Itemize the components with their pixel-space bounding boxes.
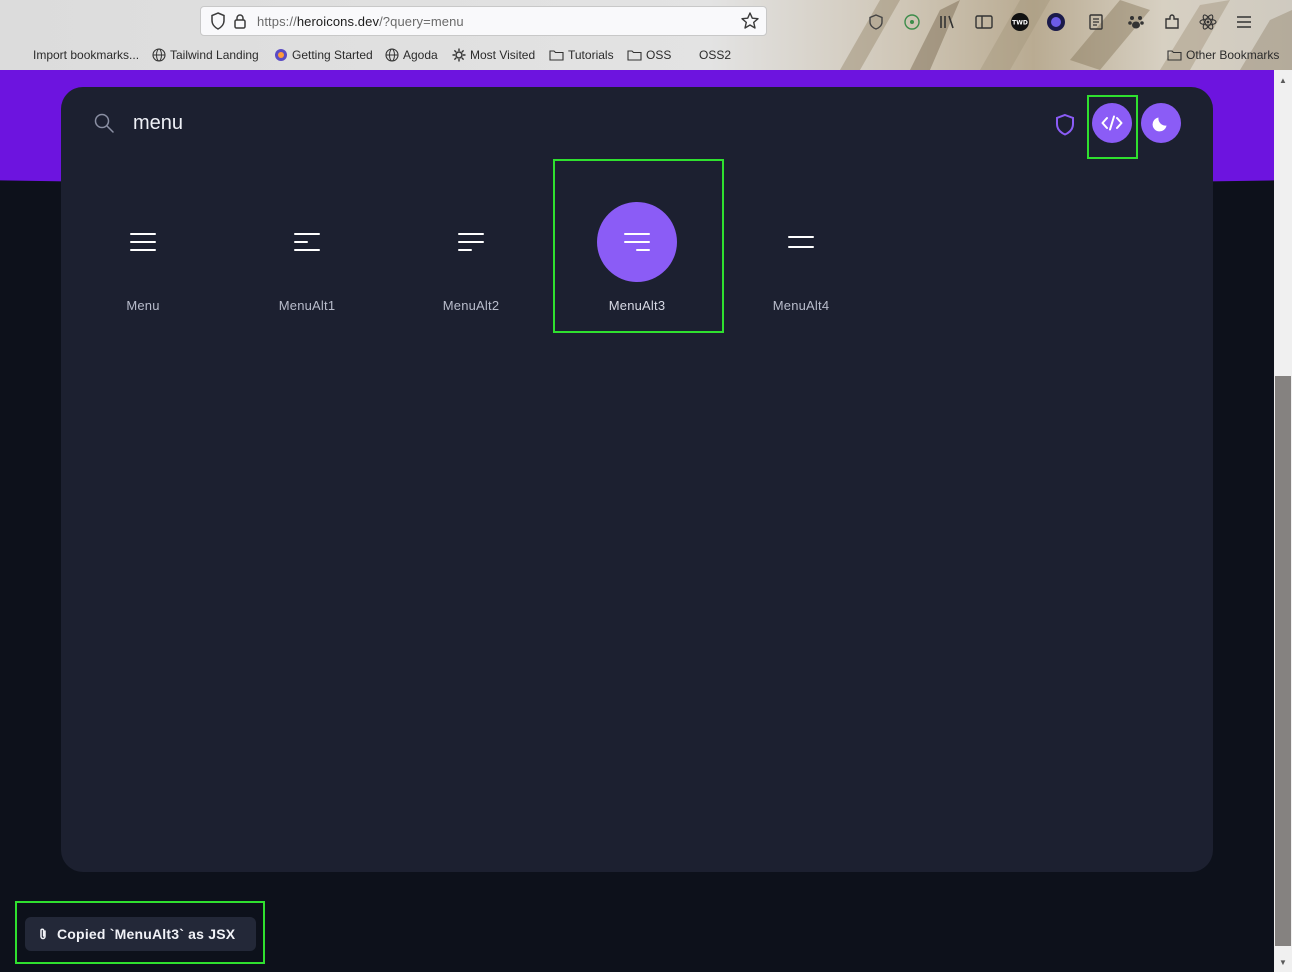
bookmark-oss[interactable]: OSS [627, 48, 671, 62]
bookmark-label: Other Bookmarks [1186, 48, 1280, 62]
bookmark-label: Most Visited [470, 48, 536, 62]
bookmark-label: Tailwind Landing [170, 48, 259, 62]
icon-preview [103, 202, 183, 282]
icon-preview [431, 202, 511, 282]
icon-label: MenuAlt3 [608, 298, 666, 313]
hamburger-menu-icon[interactable] [1226, 10, 1262, 34]
icon-label: MenuAlt1 [278, 298, 336, 313]
paw-extension-icon[interactable] [1118, 10, 1154, 34]
bookmark-label: OSS2 [699, 48, 732, 62]
icon-preview-selected [597, 202, 677, 282]
menu-alt-3-icon [624, 233, 650, 251]
url-text[interactable]: https://heroicons.dev/?query=menu [257, 14, 464, 29]
copied-toast: Copied `MenuAlt3` as JSX [25, 917, 256, 951]
bookmark-label: OSS [646, 48, 672, 62]
globe-icon [385, 48, 399, 62]
bookmark-label: Import bookmarks... [33, 48, 140, 62]
folder-icon [549, 50, 564, 61]
bookmark-import[interactable]: Import bookmarks... [33, 48, 139, 62]
icon-preview [267, 202, 347, 282]
url-bar[interactable]: https://heroicons.dev/?query=menu [200, 6, 767, 36]
icon-item-menualt3[interactable]: MenuAlt3 [555, 200, 719, 360]
bookmark-label: Getting Started [292, 48, 373, 62]
globe-icon [152, 48, 166, 62]
url-host: heroicons.dev [296, 13, 380, 29]
moon-icon [1152, 117, 1167, 132]
extension-purple-icon[interactable] [1038, 10, 1074, 34]
browser-toolbar: TWD [858, 10, 1262, 34]
tracking-protection-shield-icon[interactable] [207, 10, 229, 32]
url-path: /?query=menu [379, 13, 464, 29]
bookmark-most-visited[interactable]: Most Visited [452, 48, 535, 62]
twd-badge-text: TWD [1012, 20, 1028, 27]
firefox-icon [275, 49, 287, 61]
bookmarks-bar: Import bookmarks... Tailwind Landing Get… [0, 44, 1292, 68]
bookmark-tailwind-landing[interactable]: Tailwind Landing [152, 48, 259, 62]
url-prefix: https:// [257, 13, 297, 29]
library-icon[interactable] [930, 10, 966, 34]
icon-item-menualt2[interactable]: MenuAlt2 [389, 200, 553, 360]
menu-alt-2-icon [458, 233, 484, 251]
scroll-down-arrow-icon[interactable]: ▼ [1274, 954, 1292, 970]
page-viewport: Menu MenuAlt1 MenuAlt2 MenuAlt3 MenuAlt4 [0, 70, 1274, 972]
shield-extension-icon[interactable] [858, 10, 894, 34]
react-icon[interactable] [1190, 10, 1226, 34]
bookmark-oss2[interactable]: OSS2 [699, 48, 731, 62]
folder-icon [627, 50, 642, 61]
icon-label: Menu [126, 298, 160, 313]
dark-mode-toggle-button[interactable] [1141, 103, 1181, 143]
scroll-up-arrow-icon[interactable]: ▲ [1274, 72, 1292, 88]
toast-message: Copied `MenuAlt3` as JSX [57, 926, 236, 942]
shield-button[interactable] [1047, 107, 1083, 143]
bookmark-other-bookmarks[interactable]: Other Bookmarks [1167, 48, 1279, 62]
icon-label: MenuAlt2 [442, 298, 500, 313]
scrollbar-thumb[interactable] [1275, 376, 1291, 946]
icon-item-menualt4[interactable]: MenuAlt4 [719, 200, 883, 360]
bookmark-tutorials[interactable]: Tutorials [549, 48, 614, 62]
search-icon [94, 113, 114, 133]
bookmark-star-icon[interactable] [740, 11, 760, 31]
shield-icon [1056, 113, 1074, 136]
bookmark-getting-started[interactable]: Getting Started [274, 48, 373, 62]
notes-extension-icon[interactable] [1074, 10, 1118, 34]
twd-extension-icon[interactable]: TWD [1002, 10, 1038, 34]
bookmark-label: Agoda [403, 48, 438, 62]
browser-chrome: https://heroicons.dev/?query=menu TWD Im… [0, 0, 1292, 70]
code-icon [1101, 115, 1123, 131]
bookmark-agoda[interactable]: Agoda [385, 48, 438, 62]
folder-icon [1167, 50, 1182, 61]
icon-label: MenuAlt4 [772, 298, 830, 313]
menu-alt-4-icon [788, 236, 814, 248]
react-devtools-icon[interactable] [894, 10, 930, 34]
icon-item-menualt1[interactable]: MenuAlt1 [225, 200, 389, 360]
icon-item-menu[interactable]: Menu [61, 200, 225, 360]
copy-jsx-toggle-button[interactable] [1092, 103, 1132, 143]
paperclip-icon [40, 928, 46, 940]
gear-icon [452, 48, 466, 62]
puzzle-extensions-icon[interactable] [1154, 10, 1190, 34]
main-card: Menu MenuAlt1 MenuAlt2 MenuAlt3 MenuAlt4 [61, 87, 1213, 872]
lock-icon[interactable] [229, 10, 251, 32]
search-input[interactable] [133, 107, 533, 139]
menu-alt-1-icon [294, 233, 320, 251]
bookmark-label: Tutorials [568, 48, 614, 62]
page-scrollbar[interactable]: ▲ ▼ [1274, 70, 1292, 972]
icon-preview [761, 202, 841, 282]
sidebar-icon[interactable] [966, 10, 1002, 34]
menu-icon [130, 233, 156, 251]
